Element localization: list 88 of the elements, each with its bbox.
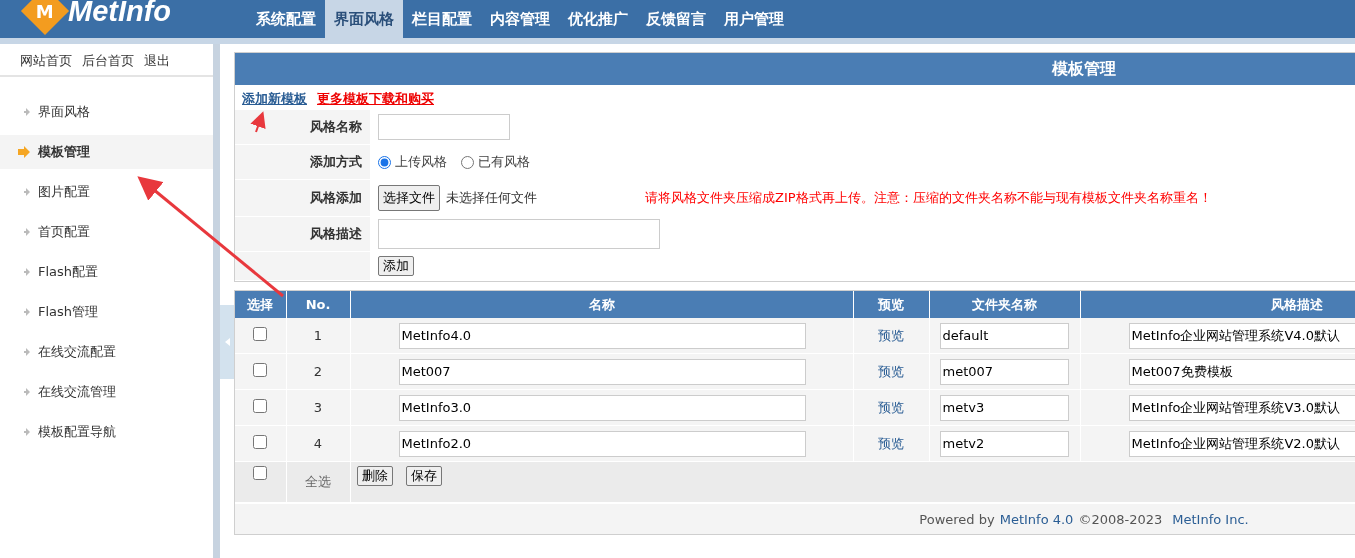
row-checkbox[interactable] <box>253 363 268 377</box>
top-link[interactable]: 后台首页 <box>82 52 134 75</box>
choose-file-button[interactable]: 选择文件 <box>378 185 440 211</box>
company-link[interactable]: MetInfo Inc. <box>1172 511 1249 527</box>
product-link[interactable]: MetInfo 4.0 <box>999 511 1074 527</box>
row-checkbox[interactable] <box>253 399 268 413</box>
action-button[interactable]: 保存 <box>405 466 442 486</box>
folder-field[interactable]: metv2 <box>939 430 1069 457</box>
nav-tab[interactable]: 用户管理 <box>715 0 793 38</box>
row-checkbox[interactable] <box>253 435 268 449</box>
radio-option[interactable]: 上传风格 <box>378 153 447 171</box>
folder-field[interactable]: metv3 <box>939 394 1069 421</box>
credits-text: Powered by <box>919 511 995 527</box>
preview-link[interactable]: 预览 <box>878 435 904 451</box>
top-link[interactable]: 退出 <box>144 52 170 75</box>
input-field[interactable] <box>378 219 660 249</box>
field-label: 风格描述 <box>235 217 370 251</box>
arrow-icon <box>24 108 30 116</box>
column-header: No. <box>286 291 350 318</box>
annotation-arrow <box>250 111 266 133</box>
panel-title: 模板管理 <box>235 53 1355 85</box>
table-cell: 4 <box>286 425 350 462</box>
preview-link[interactable]: 预览 <box>878 327 904 343</box>
sidebar-item[interactable]: 在线交流管理 <box>0 375 213 409</box>
description-field[interactable]: MetInfo企业网站管理系统V2.0默认 <box>1128 430 1355 457</box>
sidebar-item[interactable]: 图片配置 <box>0 175 213 209</box>
column-header: 文件夹名称 <box>929 291 1080 318</box>
radio-option[interactable]: 已有风格 <box>461 153 530 171</box>
description-field[interactable]: MetInfo企业网站管理系统V3.0默认 <box>1128 394 1355 421</box>
radio-button[interactable] <box>461 155 474 169</box>
logo-text: MetInfo <box>68 0 172 28</box>
link[interactable]: 更多模板下载和购买 <box>317 90 434 108</box>
folder-field[interactable]: default <box>939 322 1069 349</box>
upload-note: 请将风格文件夹压缩成ZIP格式再上传。注意：压缩的文件夹名称不能与现有模板文件夹名称重名！ <box>645 189 1212 207</box>
column-header: 名称 <box>350 291 853 318</box>
nav-tab[interactable]: 优化推广 <box>559 0 637 38</box>
sidebar-item[interactable]: 界面风格 <box>0 95 213 129</box>
description-field[interactable]: Met007免费模板 <box>1128 358 1355 385</box>
arrow-icon <box>18 146 30 158</box>
name-field[interactable]: MetInfo4.0 <box>398 322 806 349</box>
top-link[interactable]: 网站首页 <box>20 52 72 75</box>
arrow-icon <box>24 268 30 276</box>
input-field[interactable] <box>378 114 510 140</box>
select-all-checkbox[interactable] <box>253 466 268 480</box>
table-cell: 3 <box>286 389 350 426</box>
credits-text: ©2008-2023 <box>1078 511 1163 527</box>
sidebar-item[interactable]: 模板管理 <box>0 135 213 169</box>
logo-letter: M <box>36 0 54 22</box>
nav-tab[interactable]: 界面风格 <box>325 0 403 38</box>
action-button[interactable]: 删除 <box>356 466 393 486</box>
add-button[interactable]: 添加 <box>378 256 414 276</box>
column-header: 预览 <box>853 291 929 318</box>
caret-icon <box>224 338 230 346</box>
row-checkbox[interactable] <box>253 327 268 341</box>
arrow-icon <box>24 188 30 196</box>
field-label: 风格添加 <box>235 180 370 216</box>
arrow-icon <box>24 308 30 316</box>
folder-field[interactable]: met007 <box>939 358 1069 385</box>
table-cell: 2 <box>286 353 350 390</box>
sidebar-item[interactable]: Flash管理 <box>0 295 213 329</box>
nav-tab[interactable]: 反馈留言 <box>637 0 715 38</box>
radio-button[interactable] <box>378 155 391 169</box>
sidebar-item[interactable]: 在线交流配置 <box>0 335 213 369</box>
name-field[interactable]: MetInfo3.0 <box>398 394 806 421</box>
field-label: 风格名称 <box>235 110 370 144</box>
column-header: 风格描述 <box>1269 295 1323 314</box>
field-label: 添加方式 <box>235 145 370 179</box>
arrow-icon <box>24 428 30 436</box>
collapse-handle[interactable] <box>220 305 234 379</box>
nav-tab[interactable]: 栏目配置 <box>403 0 481 38</box>
link[interactable]: 添加新模板 <box>242 90 307 108</box>
column-header: 选择 <box>235 291 286 318</box>
sidebar-item[interactable]: 首页配置 <box>0 215 213 249</box>
sidebar-item[interactable]: Flash配置 <box>0 255 213 289</box>
preview-link[interactable]: 预览 <box>878 399 904 415</box>
nav-tab[interactable]: 系统配置 <box>247 0 325 38</box>
preview-link[interactable]: 预览 <box>878 363 904 379</box>
sidebar-item[interactable]: 模板配置导航 <box>0 415 213 449</box>
file-status: 未选择任何文件 <box>446 189 537 207</box>
select-all-label: 全选 <box>286 461 350 503</box>
table-cell: 1 <box>286 318 350 354</box>
name-field[interactable]: MetInfo2.0 <box>398 430 806 457</box>
name-field[interactable]: Met007 <box>398 358 806 385</box>
nav-tab[interactable]: 内容管理 <box>481 0 559 38</box>
description-field[interactable]: MetInfo企业网站管理系统V4.0默认 <box>1128 322 1355 349</box>
arrow-icon <box>24 228 30 236</box>
arrow-icon <box>24 388 30 396</box>
arrow-icon <box>24 348 30 356</box>
